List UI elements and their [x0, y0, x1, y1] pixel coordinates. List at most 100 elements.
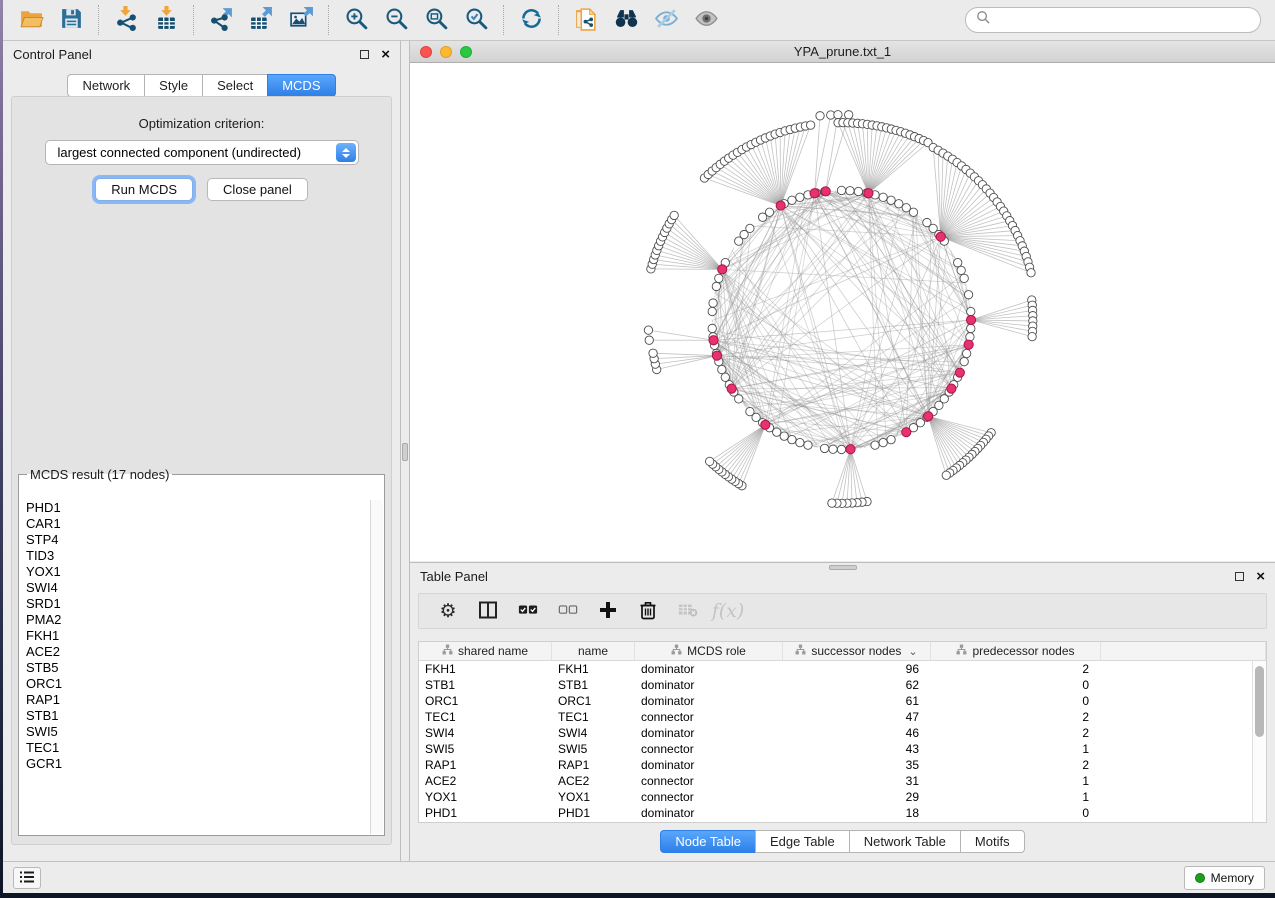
cell-predecessor-nodes[interactable]: 2 [931, 709, 1101, 725]
float-table-panel-icon[interactable] [1235, 572, 1244, 581]
table-row[interactable]: RAP1RAP1dominator352 [419, 757, 1266, 773]
cell-predecessor-nodes[interactable]: 1 [931, 789, 1101, 805]
mcds-result-item[interactable]: SWI4 [26, 580, 370, 596]
table-row[interactable]: STB1STB1dominator620 [419, 677, 1266, 693]
delete-button[interactable] [633, 597, 663, 625]
cell-MCDS-role[interactable]: dominator [635, 693, 783, 709]
mcds-result-item[interactable]: TEC1 [26, 740, 370, 756]
cell-name[interactable]: SWI4 [552, 725, 635, 741]
close-table-panel-icon[interactable]: × [1256, 569, 1265, 584]
mcds-result-item[interactable]: STP4 [26, 532, 370, 548]
column-header-MCDS-role[interactable]: MCDS role [635, 642, 783, 660]
search-input[interactable] [997, 13, 1250, 28]
export-table-button[interactable] [241, 3, 281, 37]
cell-MCDS-role[interactable]: connector [635, 789, 783, 805]
zoom-out-button[interactable] [376, 3, 416, 37]
mcds-result-item[interactable]: SRD1 [26, 596, 370, 612]
mcds-result-list[interactable]: PHD1CAR1STP4TID3YOX1SWI4SRD1PMA2FKH1ACE2… [20, 500, 370, 834]
select-all-button[interactable] [513, 597, 543, 625]
mcds-result-item[interactable]: FKH1 [26, 628, 370, 644]
column-header-successor-nodes[interactable]: successor nodes⌄ [783, 642, 931, 660]
cell-shared-name[interactable]: FKH1 [419, 661, 552, 677]
cell-successor-nodes[interactable]: 62 [783, 677, 931, 693]
table-row[interactable]: FKH1FKH1dominator962 [419, 661, 1266, 677]
tab-network[interactable]: Network [67, 74, 144, 97]
column-header-predecessor-nodes[interactable]: predecessor nodes [931, 642, 1101, 660]
cell-MCDS-role[interactable]: dominator [635, 725, 783, 741]
cell-shared-name[interactable]: RAP1 [419, 757, 552, 773]
cell-shared-name[interactable]: ACE2 [419, 773, 552, 789]
memory-button[interactable]: Memory [1184, 866, 1265, 890]
mcds-result-item[interactable]: GCR1 [26, 756, 370, 772]
first-neighbors-button[interactable] [606, 3, 646, 37]
save-session-button[interactable] [51, 3, 91, 37]
cell-successor-nodes[interactable]: 35 [783, 757, 931, 773]
table-row[interactable]: SWI4SWI4dominator462 [419, 725, 1266, 741]
cell-MCDS-role[interactable]: dominator [635, 661, 783, 677]
unselect-all-button[interactable] [553, 597, 583, 625]
mcds-result-item[interactable]: YOX1 [26, 564, 370, 580]
run-mcds-button[interactable]: Run MCDS [95, 178, 193, 201]
cell-shared-name[interactable]: ORC1 [419, 693, 552, 709]
network-canvas[interactable] [410, 63, 1275, 561]
cell-shared-name[interactable]: SWI5 [419, 741, 552, 757]
table-row[interactable]: PHD1PHD1dominator180 [419, 805, 1266, 821]
cell-predecessor-nodes[interactable]: 1 [931, 741, 1101, 757]
export-network-button[interactable] [201, 3, 241, 37]
zoom-in-button[interactable] [336, 3, 376, 37]
function-builder-button[interactable]: f(x) [713, 597, 743, 625]
tab-select[interactable]: Select [202, 74, 267, 97]
search-box[interactable] [965, 7, 1261, 33]
maximize-window-icon[interactable] [460, 46, 472, 58]
new-network-from-selection-button[interactable] [566, 3, 606, 37]
cell-predecessor-nodes[interactable]: 2 [931, 725, 1101, 741]
cell-name[interactable]: STB1 [552, 677, 635, 693]
zoom-selected-button[interactable] [456, 3, 496, 37]
cell-shared-name[interactable]: TEC1 [419, 709, 552, 725]
show-all-button[interactable] [686, 3, 726, 37]
tab-motifs[interactable]: Motifs [960, 830, 1025, 853]
cell-name[interactable]: ORC1 [552, 693, 635, 709]
table-row[interactable]: TEC1TEC1connector472 [419, 709, 1266, 725]
cell-successor-nodes[interactable]: 43 [783, 741, 931, 757]
cell-MCDS-role[interactable]: dominator [635, 757, 783, 773]
mcds-result-item[interactable]: STB5 [26, 660, 370, 676]
cell-predecessor-nodes[interactable]: 2 [931, 661, 1101, 677]
cell-name[interactable]: FKH1 [552, 661, 635, 677]
cell-predecessor-nodes[interactable]: 1 [931, 773, 1101, 789]
tab-edge-table[interactable]: Edge Table [755, 830, 849, 853]
network-graph[interactable] [410, 63, 1275, 561]
close-panel-icon[interactable]: × [381, 47, 390, 62]
mcds-result-item[interactable]: ACE2 [26, 644, 370, 660]
cell-successor-nodes[interactable]: 31 [783, 773, 931, 789]
float-panel-icon[interactable] [360, 50, 369, 59]
column-header-name[interactable]: name [552, 642, 635, 660]
open-file-button[interactable] [11, 3, 51, 37]
export-image-button[interactable] [281, 3, 321, 37]
mcds-result-item[interactable]: ORC1 [26, 676, 370, 692]
delete-table-button[interactable] [673, 597, 703, 625]
table-row[interactable]: ORC1ORC1dominator610 [419, 693, 1266, 709]
cell-predecessor-nodes[interactable]: 0 [931, 693, 1101, 709]
cell-successor-nodes[interactable]: 96 [783, 661, 931, 677]
cell-MCDS-role[interactable]: dominator [635, 805, 783, 821]
cell-MCDS-role[interactable]: connector [635, 741, 783, 757]
cell-successor-nodes[interactable]: 18 [783, 805, 931, 821]
splitter-grip[interactable] [402, 443, 408, 461]
mcds-result-item[interactable]: PHD1 [26, 500, 370, 516]
mcds-result-item[interactable]: SWI5 [26, 724, 370, 740]
tab-style[interactable]: Style [144, 74, 202, 97]
mcds-result-item[interactable]: STB1 [26, 708, 370, 724]
table-row[interactable]: ACE2ACE2connector311 [419, 773, 1266, 789]
table-scrollbar-thumb[interactable] [1255, 666, 1264, 737]
cell-successor-nodes[interactable]: 29 [783, 789, 931, 805]
cell-shared-name[interactable]: STB1 [419, 677, 552, 693]
tab-network-table[interactable]: Network Table [849, 830, 960, 853]
close-window-icon[interactable] [420, 46, 432, 58]
mcds-result-item[interactable]: RAP1 [26, 692, 370, 708]
table-scrollbar[interactable] [1252, 661, 1266, 822]
cell-name[interactable]: SWI5 [552, 741, 635, 757]
cell-successor-nodes[interactable]: 61 [783, 693, 931, 709]
panel-splitter[interactable] [400, 41, 410, 861]
tab-node-table[interactable]: Node Table [660, 830, 755, 853]
